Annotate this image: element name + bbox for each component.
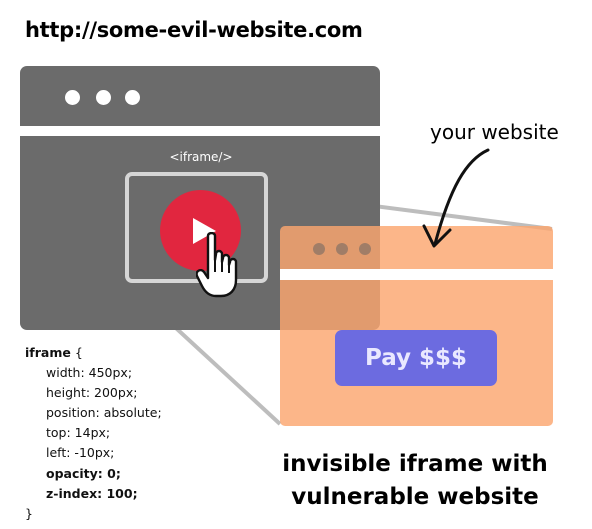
your-website-titlebar-divider [280,269,553,280]
code-line-position: position: absolute; [46,405,162,421]
window-dot-icon [313,243,325,255]
hand-cursor-icon [196,232,238,298]
diagram-caption: invisible iframe with vulnerable website [270,448,560,514]
code-line-height: height: 200px; [46,385,138,401]
code-line-top: top: 14px; [46,425,111,441]
iframe-tag-label: <iframe/> [169,150,233,164]
pointer-arrow-icon [422,148,490,248]
pay-button[interactable]: Pay $$$ [335,330,497,386]
code-line-left: left: -10px; [46,445,115,461]
code-line-opacity: opacity: 0; [46,465,121,481]
your-website-window [280,226,553,426]
caption-line-2: vulnerable website [291,484,539,510]
evil-window-titlebar [20,66,380,126]
window-dot-icon [125,90,140,105]
window-dot-icon [359,243,371,255]
your-website-label: your website [430,120,559,144]
code-open-brace: { [74,345,83,360]
caption-line-1: invisible iframe with [282,451,548,477]
window-dot-icon [96,90,111,105]
window-dot-icon [65,90,80,105]
iframe-css-code: iframe { width: 450px; height: 200px; po… [25,343,162,524]
code-line-z-index: z-index: 100; [46,485,138,501]
code-line-width: width: 450px; [46,365,133,381]
window-dot-icon [336,243,348,255]
code-selector: iframe [25,345,71,360]
code-close-brace: } [25,505,33,521]
